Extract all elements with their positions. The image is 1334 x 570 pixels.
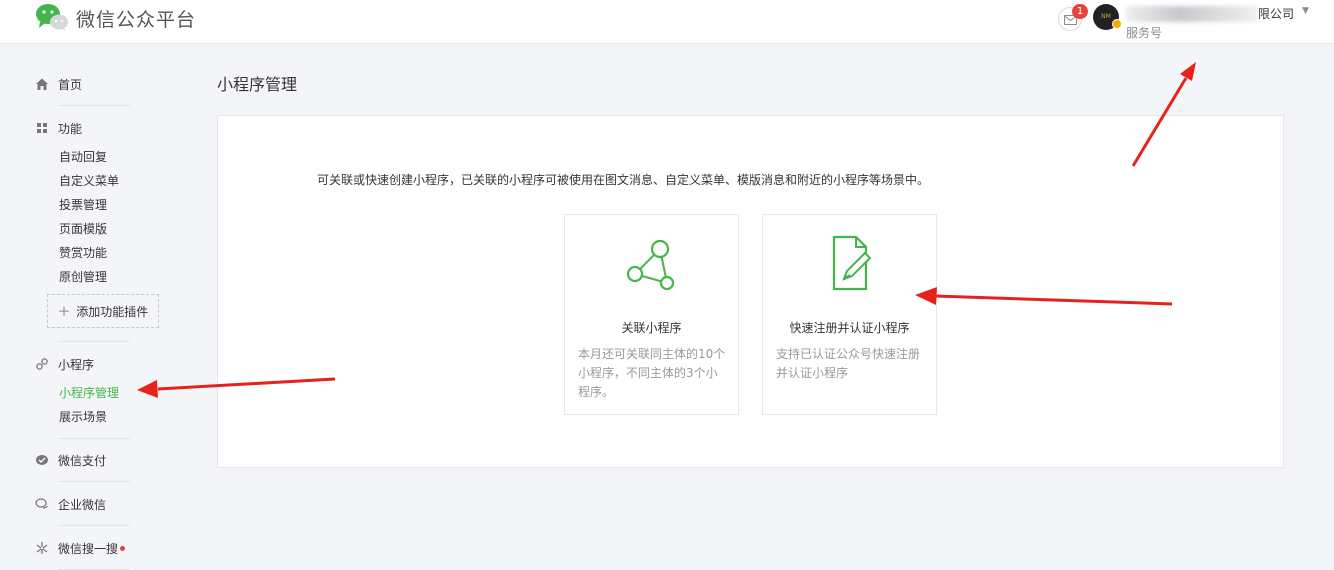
card-title: 快速注册并认证小程序 [789, 321, 910, 335]
notification-badge: 1 [1072, 4, 1088, 19]
sidebar-item-auto-reply[interactable]: 自动回复 [59, 148, 107, 165]
main-panel [217, 115, 1284, 468]
sidebar-item-mini-program-manage[interactable]: 小程序管理 [59, 384, 119, 401]
new-dot-indicator [120, 545, 126, 551]
card-description: 支持已认证公众号快速注册并认证小程序 [776, 347, 921, 380]
sidebar-item-vote[interactable]: 投票管理 [59, 196, 107, 213]
sidebar-item-label: 功能 [58, 121, 83, 136]
sidebar: 首页 功能 自动回复 自定义菜单 投票管理 页面模版 赞赏功能 原创管理 + 添… [0, 45, 170, 570]
sidebar-item-home[interactable]: 首页 [35, 74, 82, 94]
description-text: 可关联或快速创建小程序，已关联的小程序可被使用在图文消息、自定义菜单、模版消息和… [317, 173, 930, 187]
caret-down-icon[interactable]: ▼ [1302, 6, 1309, 16]
register-mini-program-card[interactable]: 快速注册并认证小程序 支持已认证公众号快速注册并认证小程序 [762, 214, 937, 415]
add-plugin-label: 添加功能插件 [76, 304, 149, 319]
sidebar-item-page-template[interactable]: 页面模版 [59, 220, 107, 237]
divider [58, 105, 130, 106]
sidebar-item-display-scene[interactable]: 展示场景 [59, 408, 107, 425]
wechat-pay-icon [36, 455, 48, 465]
sidebar-item-label: 首页 [58, 77, 83, 92]
wechat-logo-icon[interactable] [35, 3, 69, 31]
divider [58, 341, 130, 342]
sidebar-item-work-wechat[interactable]: 企业微信 [35, 494, 106, 514]
sidebar-item-mini-program[interactable]: 小程序 [35, 354, 94, 374]
sparkle-search-icon [36, 542, 48, 554]
sidebar-item-reward[interactable]: 赞赏功能 [59, 244, 107, 261]
chat-bubbles-icon [35, 498, 48, 509]
add-plugin-button[interactable]: + 添加功能插件 [47, 294, 159, 328]
card-description: 本月还可关联同主体的10个小程序，不同主体的3个小程序。 [578, 347, 726, 399]
divider [58, 525, 130, 526]
page-title: 小程序管理 [217, 75, 298, 94]
brand-title[interactable]: 微信公众平台 [76, 5, 196, 32]
register-document-icon [832, 235, 871, 291]
home-icon [36, 78, 48, 90]
sidebar-item-features[interactable]: 功能 [35, 118, 82, 138]
link-nodes-icon [626, 239, 674, 291]
sidebar-item-original[interactable]: 原创管理 [59, 268, 107, 285]
card-title: 关联小程序 [621, 321, 682, 335]
sidebar-item-pay[interactable]: 微信支付 [35, 450, 106, 470]
sidebar-item-custom-menu[interactable]: 自定义菜单 [59, 172, 119, 189]
account-type: 服务号 [1126, 26, 1163, 40]
link-mini-program-card[interactable]: 关联小程序 本月还可关联同主体的10个小程序，不同主体的3个小程序。 [564, 214, 739, 415]
link-icon [36, 358, 48, 370]
plus-icon: + [57, 302, 71, 320]
account-name-redacted [1126, 6, 1258, 22]
sidebar-item-label: 企业微信 [58, 497, 107, 512]
top-bar: 微信公众平台 1 NM 限公司 ▼ 服务号 [0, 0, 1334, 44]
verified-badge-icon [1112, 19, 1122, 29]
divider [58, 481, 130, 482]
sidebar-item-label: 微信支付 [58, 453, 107, 468]
account-name[interactable]: 限公司 [1258, 5, 1294, 22]
sidebar-item-label: 小程序 [58, 357, 95, 372]
grid-icon [37, 123, 47, 133]
divider [58, 438, 130, 439]
sidebar-item-label: 微信搜一搜 [58, 541, 119, 556]
sidebar-item-search[interactable]: 微信搜一搜 [35, 538, 126, 558]
